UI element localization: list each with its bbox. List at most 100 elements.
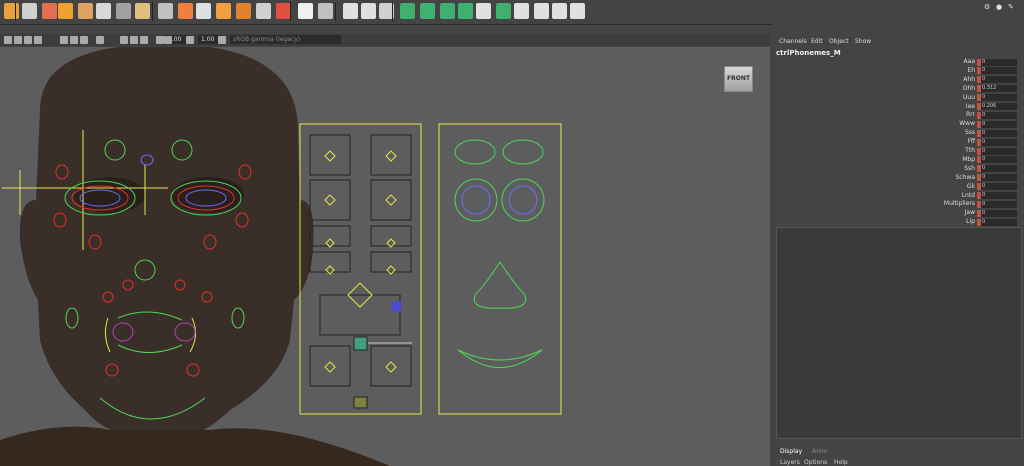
channel-value-field[interactable]: 0 [977, 183, 1017, 191]
joint-icon[interactable] [140, 36, 148, 44]
textured-icon[interactable] [70, 36, 78, 44]
channel-label[interactable]: Fff [875, 138, 975, 146]
automatic-icon[interactable] [552, 3, 567, 19]
channel-label[interactable]: Ahh [875, 76, 975, 84]
channel-label[interactable]: Jaw [875, 209, 975, 217]
combine-icon[interactable] [236, 3, 251, 19]
channel-label[interactable]: Rrr [875, 111, 975, 119]
cut-sew-icon[interactable] [496, 3, 511, 19]
phoneme-panel[interactable] [299, 123, 422, 415]
stitch-icon[interactable] [570, 3, 585, 19]
node-icon[interactable]: ⚙ [984, 3, 990, 11]
edge-loop-icon[interactable] [400, 3, 415, 19]
uv-icon[interactable] [440, 3, 455, 19]
wedge-icon[interactable] [158, 3, 173, 19]
channel-label[interactable]: Iee [875, 103, 975, 111]
channel-label[interactable]: Multipliers [875, 200, 975, 208]
isolate-icon[interactable] [120, 36, 128, 44]
menu-show[interactable]: Show [855, 38, 871, 45]
channel-value-field[interactable]: 0 [977, 174, 1017, 182]
planar-icon[interactable] [514, 3, 529, 19]
connect-icon[interactable] [420, 3, 435, 19]
channel-graph-area[interactable] [776, 227, 1022, 439]
split-icon[interactable] [135, 3, 150, 19]
channel-value-field[interactable]: 0 [977, 218, 1017, 226]
channel-value-field[interactable]: 0 [977, 192, 1017, 199]
channel-label[interactable]: Lntd [875, 192, 975, 200]
channel-value-field[interactable]: 0 [977, 58, 1017, 66]
channel-label[interactable]: Lip [875, 218, 975, 226]
exposure-icon[interactable] [218, 36, 226, 44]
camera-icon[interactable] [534, 3, 549, 19]
script-icon[interactable] [4, 3, 19, 19]
edit-icon[interactable]: ✎ [1008, 3, 1014, 11]
channel-value-field[interactable]: 0 [977, 138, 1017, 146]
cut-icon[interactable] [343, 3, 358, 19]
reduce-icon[interactable] [298, 3, 313, 19]
smooth-icon[interactable] [276, 3, 291, 19]
channel-label[interactable]: Ssh [875, 165, 975, 173]
menu-options[interactable]: Options [804, 459, 827, 466]
menu-channels[interactable]: Channels [779, 38, 807, 45]
channel-value-field[interactable]: 0.206 [977, 103, 1017, 110]
resolution-icon[interactable] [156, 36, 164, 44]
mirror-icon[interactable] [318, 3, 333, 19]
merge-icon[interactable] [116, 3, 131, 19]
view-cube-front[interactable]: FRONT [724, 66, 753, 92]
channel-value-field[interactable]: 0 [977, 147, 1017, 155]
channel-value-field[interactable]: 0 [977, 94, 1017, 102]
channel-label[interactable]: Aaa [875, 58, 975, 66]
viewport[interactable] [0, 47, 770, 466]
fill-hole-icon[interactable] [96, 3, 111, 19]
color-space-dropdown[interactable]: sRGB gamma (legacy) [230, 35, 341, 44]
channel-label[interactable]: Eh [875, 67, 975, 75]
tab-anim[interactable]: Anim [812, 448, 827, 455]
channel-value-field[interactable]: 0 [977, 129, 1017, 137]
channel-label[interactable]: Tth [875, 147, 975, 155]
tab-display[interactable]: Display [780, 448, 802, 455]
lock-icon[interactable] [14, 36, 22, 44]
camera-icon[interactable] [4, 36, 12, 44]
layout-icon[interactable] [476, 3, 491, 19]
safe-area-icon[interactable] [186, 36, 194, 44]
channel-value-field[interactable]: 0 [977, 76, 1017, 84]
menu-help[interactable]: Help [834, 459, 848, 466]
target-weld-icon[interactable] [361, 3, 376, 19]
channel-label[interactable]: Uuu [875, 94, 975, 102]
xray-icon[interactable] [130, 36, 138, 44]
poke-icon[interactable] [196, 3, 211, 19]
shadow-icon[interactable] [96, 36, 104, 44]
select-icon[interactable] [22, 3, 37, 19]
wireframe-icon[interactable] [34, 36, 42, 44]
menu-object[interactable]: Object [829, 38, 849, 45]
grid-icon[interactable] [24, 36, 32, 44]
film-gate-icon[interactable] [164, 36, 172, 44]
channel-label[interactable]: Www [875, 120, 975, 128]
bevel-icon[interactable] [42, 3, 57, 19]
channel-value-field[interactable]: 0.312 [977, 85, 1017, 93]
menu-layers[interactable]: Layers [780, 459, 800, 466]
globe-icon[interactable]: ● [996, 3, 1002, 11]
channel-value-field[interactable]: 0 [977, 200, 1017, 208]
channel-value-field[interactable]: 0 [977, 165, 1017, 173]
mouth-shape-panel[interactable] [438, 123, 562, 415]
channel-value-field[interactable]: 0 [977, 209, 1017, 217]
channel-value-field[interactable]: 0 [977, 156, 1017, 164]
channel-value-field[interactable]: 0 [977, 111, 1017, 119]
channel-value-field[interactable]: 0 [977, 67, 1017, 75]
channel-label[interactable]: Gk [875, 183, 975, 191]
channel-label[interactable]: Ohh [875, 85, 975, 93]
unfold-icon[interactable] [458, 3, 473, 19]
channel-label[interactable]: Schwa [875, 174, 976, 182]
channel-label[interactable]: Mbp [875, 156, 975, 164]
light-icon[interactable] [80, 36, 88, 44]
channel-label[interactable]: Sss [875, 129, 975, 137]
extrude-icon[interactable] [58, 3, 73, 19]
shaded-icon[interactable] [60, 36, 68, 44]
cube-icon[interactable] [216, 3, 231, 19]
bridge-icon[interactable] [78, 3, 93, 19]
channel-value-field[interactable]: 0 [977, 120, 1017, 128]
separate-icon[interactable] [256, 3, 271, 19]
menu-edit[interactable]: Edit [811, 38, 823, 45]
append-icon[interactable] [178, 3, 193, 19]
